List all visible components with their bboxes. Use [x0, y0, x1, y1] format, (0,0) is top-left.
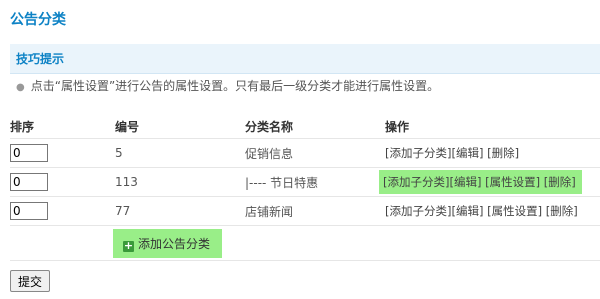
table-header-row: 排序 编号 分类名称 操作: [10, 115, 600, 139]
table-row: 5 促销信息 [添加子分类][编辑] [删除]: [10, 138, 600, 168]
tips-item: ● 点击“属性设置”进行公告的属性设置。只有最后一级分类才能进行属性设置。: [10, 74, 600, 100]
attribute-settings-link[interactable]: [属性设置]: [485, 175, 540, 189]
row-name: |---- 节日特惠: [245, 167, 385, 197]
delete-link[interactable]: [删除]: [546, 204, 578, 218]
edit-link[interactable]: [编辑]: [449, 175, 481, 189]
row-actions: [添加子分类][编辑] [删除]: [385, 138, 600, 168]
bullet-icon: ●: [16, 82, 25, 93]
attribute-settings-link[interactable]: [属性设置]: [487, 204, 542, 218]
plus-icon: +: [123, 238, 134, 252]
row-name: 店铺新闻: [245, 196, 385, 226]
header-sort: 排序: [10, 115, 115, 139]
add-subcategory-link[interactable]: [添加子分类]: [385, 204, 451, 218]
table-row: 113 |---- 节日特惠 [添加子分类][编辑] [属性设置] [删除]: [10, 167, 600, 197]
delete-link[interactable]: [删除]: [487, 146, 519, 160]
sort-input[interactable]: [10, 173, 48, 191]
tips-text: 点击“属性设置”进行公告的属性设置。只有最后一级分类才能进行属性设置。: [30, 79, 440, 93]
add-category-button[interactable]: + 添加公告分类: [113, 228, 223, 258]
add-category-label: 添加公告分类: [138, 236, 211, 251]
add-row: + 添加公告分类: [10, 225, 600, 261]
category-table: 排序 编号 分类名称 操作 5 促销信息 [添加子分类][编辑] [删除] 11…: [10, 115, 600, 261]
delete-link[interactable]: [删除]: [544, 175, 576, 189]
tips-panel: 技巧提示 ● 点击“属性设置”进行公告的属性设置。只有最后一级分类才能进行属性设置…: [10, 44, 600, 102]
submit-button[interactable]: 提交: [10, 270, 50, 292]
edit-link[interactable]: [编辑]: [451, 204, 483, 218]
row-actions: [添加子分类][编辑] [属性设置] [删除]: [385, 196, 600, 226]
header-name: 分类名称: [245, 115, 385, 139]
highlighted-actions: [添加子分类][编辑] [属性设置] [删除]: [379, 170, 582, 194]
row-name: 促销信息: [245, 138, 385, 168]
header-actions: 操作: [385, 115, 600, 139]
header-number: 编号: [115, 115, 245, 139]
sort-input[interactable]: [10, 202, 48, 220]
tips-title: 技巧提示: [10, 44, 600, 74]
add-subcategory-link[interactable]: [添加子分类]: [385, 146, 451, 160]
edit-link[interactable]: [编辑]: [451, 146, 483, 160]
add-subcategory-link[interactable]: [添加子分类]: [383, 175, 449, 189]
page-title: 公告分类: [10, 12, 66, 28]
row-number: 113: [115, 167, 245, 197]
sort-input[interactable]: [10, 144, 48, 162]
row-actions: [添加子分类][编辑] [属性设置] [删除]: [379, 167, 600, 197]
table-row: 77 店铺新闻 [添加子分类][编辑] [属性设置] [删除]: [10, 196, 600, 226]
row-number: 77: [115, 196, 245, 226]
row-number: 5: [115, 138, 245, 168]
